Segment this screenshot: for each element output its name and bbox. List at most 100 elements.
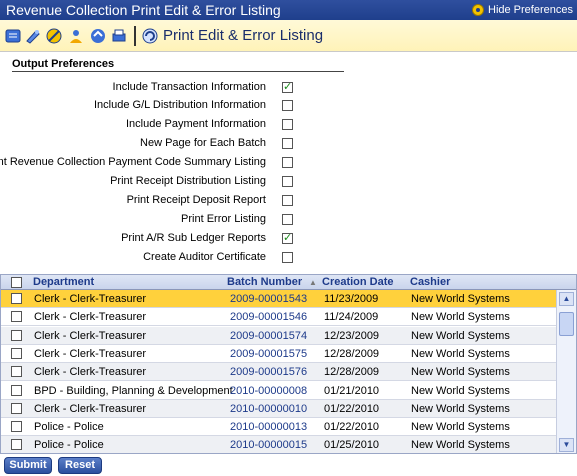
cell-batch-number[interactable]: 2009-00001574 <box>230 330 307 342</box>
preference-checkbox[interactable] <box>282 80 293 93</box>
cell-cashier: New World Systems <box>411 347 510 360</box>
cell-batch-number[interactable]: 2009-00001546 <box>230 311 307 323</box>
table-row[interactable]: BPD - Building, Planning & Development 20… <box>1 382 556 400</box>
print-icon[interactable] <box>110 27 128 45</box>
page-title: Print Edit & Error Listing <box>163 27 324 44</box>
preference-row: Include G/L Distribution Information <box>0 98 300 114</box>
cell-creation-date: 11/24/2009 <box>324 311 379 324</box>
cell-department: Clerk - Clerk-Treasurer <box>34 347 147 360</box>
arrows-icon[interactable] <box>89 27 107 45</box>
cell-batch-number[interactable]: 2009-00001576 <box>230 366 307 378</box>
preference-label: New Page for Each Batch <box>140 137 266 149</box>
column-header-cashier[interactable]: Cashier <box>410 276 450 288</box>
preference-checkbox[interactable] <box>282 119 293 130</box>
cell-cashier: New World Systems <box>411 293 510 305</box>
row-checkbox[interactable] <box>11 384 22 396</box>
table-row[interactable]: Clerk - Clerk-Treasurer 2009-00001575 12/2… <box>1 345 556 363</box>
cell-department: Clerk - Clerk-Treasurer <box>34 293 147 305</box>
preference-checkbox[interactable] <box>282 176 293 187</box>
reset-button[interactable]: Reset <box>58 457 102 474</box>
preference-row: Print Revenue Collection Payment Code Su… <box>0 155 300 171</box>
scroll-up-icon[interactable]: ▲ <box>559 292 574 306</box>
preference-checkbox[interactable] <box>282 157 293 168</box>
row-checkbox[interactable] <box>11 329 22 341</box>
refresh-icon[interactable] <box>141 27 159 45</box>
preference-checkbox[interactable] <box>282 100 293 111</box>
vertical-scrollbar[interactable]: ▲ ▼ <box>556 290 576 453</box>
preference-label: Create Auditor Certificate <box>143 251 266 263</box>
table-row[interactable]: Clerk - Clerk-Treasurer 2009-00001546 11/2… <box>1 308 556 327</box>
preference-checkbox[interactable] <box>282 231 293 244</box>
toolbar-separator <box>134 26 136 46</box>
table-row[interactable]: Police - Police 2010-00000015 01/25/2010 Ne… <box>1 436 556 453</box>
column-header-department[interactable]: Department <box>33 276 94 288</box>
preference-label: Print A/R Sub Ledger Reports <box>121 232 266 244</box>
row-checkbox[interactable] <box>11 347 22 359</box>
cell-creation-date: 11/23/2009 <box>324 293 379 305</box>
hide-preferences-icon <box>472 4 484 16</box>
preference-row: Include Transaction Information <box>0 80 300 96</box>
preference-row: Print A/R Sub Ledger Reports <box>0 231 300 247</box>
cell-creation-date: 12/28/2009 <box>324 366 380 379</box>
cell-department: Clerk - Clerk-Treasurer <box>34 366 147 379</box>
preference-label: Include G/L Distribution Information <box>93 99 266 111</box>
cell-department: Clerk - Clerk-Treasurer <box>34 329 147 342</box>
cell-creation-date: 01/25/2010 <box>324 439 380 452</box>
preference-label: Print Revenue Collection Payment Code Su… <box>0 156 266 168</box>
cell-cashier: New World Systems <box>411 421 510 434</box>
hide-preferences-link[interactable]: Hide Preferences <box>472 4 573 16</box>
window-title: Revenue Collection Print Edit & Error Li… <box>6 2 281 18</box>
submit-button[interactable]: Submit <box>4 457 52 474</box>
preference-label: Print Receipt Distribution Listing <box>110 175 266 187</box>
cell-batch-number[interactable]: 2009-00001575 <box>230 348 307 360</box>
row-checkbox[interactable] <box>11 402 22 414</box>
cell-cashier: New World Systems <box>411 366 510 379</box>
table-row[interactable]: Clerk - Clerk-Treasurer 2009-00001576 12/2… <box>1 363 556 382</box>
row-checkbox[interactable] <box>11 293 22 304</box>
table-row[interactable]: Police - Police 2010-00000013 01/22/2010 Ne… <box>1 418 556 437</box>
preference-label: Print Receipt Deposit Report <box>126 194 266 206</box>
preference-row: New Page for Each Batch <box>0 136 300 152</box>
list-icon[interactable] <box>4 27 22 45</box>
users-icon[interactable] <box>67 27 85 45</box>
cell-batch-number[interactable]: 2010-00000015 <box>230 439 307 451</box>
table-row[interactable]: Clerk - Clerk-Treasurer 2009-00001574 12/2… <box>1 326 556 345</box>
preference-row: Print Receipt Distribution Listing <box>0 174 300 190</box>
row-checkbox[interactable] <box>11 366 22 378</box>
cell-department: Clerk - Clerk-Treasurer <box>34 402 147 415</box>
scroll-down-icon[interactable]: ▼ <box>559 438 574 452</box>
cell-cashier: New World Systems <box>411 402 510 415</box>
toolbar: Print Edit & Error Listing <box>0 20 577 52</box>
cell-creation-date: 12/28/2009 <box>324 347 380 360</box>
column-header-batch-number[interactable]: Batch Number <box>227 276 302 288</box>
preference-label: Print Error Listing <box>181 213 266 225</box>
row-checkbox[interactable] <box>11 421 22 433</box>
cell-cashier: New World Systems <box>411 329 510 342</box>
preference-checkbox[interactable] <box>282 214 293 225</box>
preference-checkbox[interactable] <box>282 195 293 206</box>
cell-batch-number[interactable]: 2010-00000010 <box>230 403 307 415</box>
no-entry-icon[interactable] <box>45 27 63 45</box>
row-checkbox[interactable] <box>11 311 22 323</box>
cell-batch-number[interactable]: 2010-00000008 <box>230 385 307 397</box>
grid-header: Department Batch Number ▲ Creation Date … <box>1 275 576 290</box>
cell-cashier: New World Systems <box>411 384 510 397</box>
preference-checkbox[interactable] <box>282 138 293 149</box>
table-row[interactable]: Clerk - Clerk-Treasurer 2009-00001543 11/2… <box>1 290 556 308</box>
cell-batch-number[interactable]: 2009-00001543 <box>230 293 307 305</box>
preference-checkbox[interactable] <box>282 252 293 263</box>
preference-label: Include Payment Information <box>125 118 266 130</box>
cell-cashier: New World Systems <box>411 439 510 452</box>
column-header-creation-date[interactable]: Creation Date <box>322 276 394 288</box>
cell-batch-number[interactable]: 2010-00000013 <box>230 421 307 433</box>
sort-ascending-icon: ▲ <box>309 278 317 287</box>
preference-row: Create Auditor Certificate <box>0 250 300 266</box>
cell-department: Police - Police <box>34 439 104 452</box>
scrollbar-thumb[interactable] <box>559 312 574 336</box>
table-row[interactable]: Clerk - Clerk-Treasurer 2010-00000010 01/2… <box>1 399 556 418</box>
pencil-icon[interactable] <box>24 27 42 45</box>
cell-creation-date: 12/23/2009 <box>324 329 380 342</box>
preference-row: Include Payment Information <box>0 117 300 133</box>
select-all-checkbox[interactable] <box>11 277 22 288</box>
row-checkbox[interactable] <box>11 439 22 451</box>
